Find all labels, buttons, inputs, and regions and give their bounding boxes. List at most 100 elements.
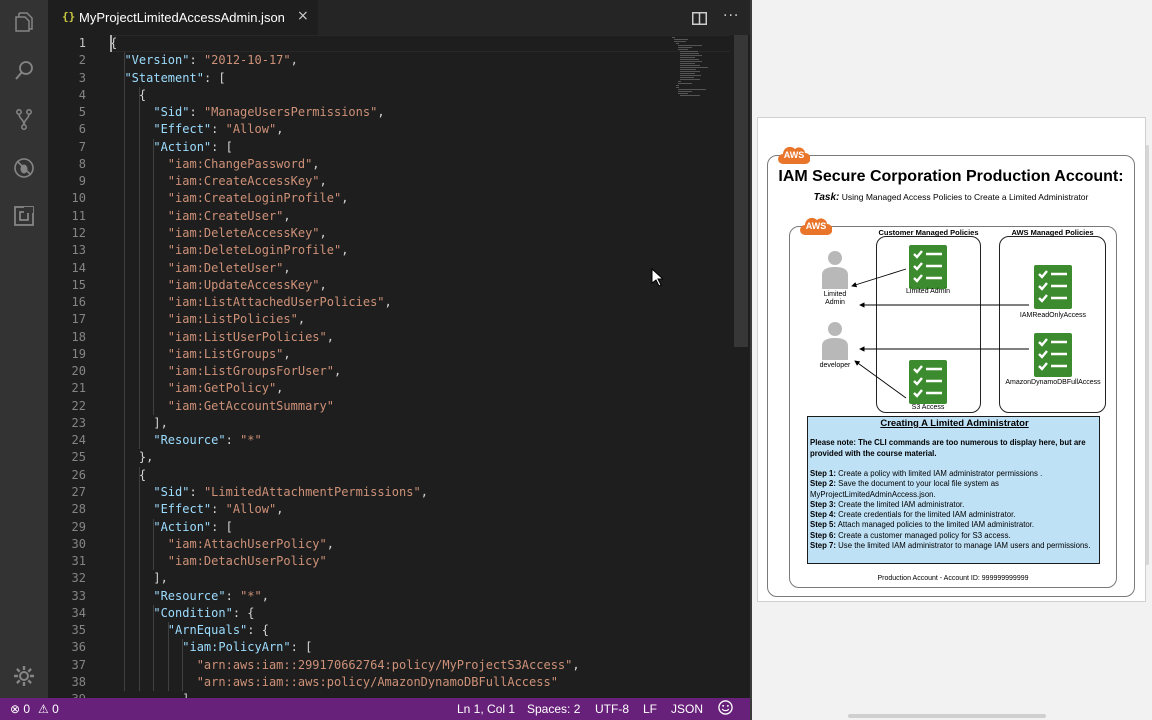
code-token: ,: [326, 329, 334, 344]
split-editor-icon[interactable]: [692, 10, 707, 25]
code-token: ,: [312, 156, 320, 171]
viewer-horizontal-scrollbar[interactable]: [848, 714, 1046, 718]
line-number: 37: [71, 657, 86, 672]
indentation[interactable]: Spaces: 2: [527, 702, 580, 716]
line-number: 3: [78, 70, 86, 85]
smiley-icon[interactable]: [718, 700, 733, 718]
code-token: "iam:DetachUserPolicy": [167, 554, 327, 569]
step-label: Step 1:: [810, 469, 836, 478]
code-line: ]: [110, 691, 189, 698]
current-line-highlight: [110, 35, 730, 52]
code-token: "Allow": [225, 122, 277, 137]
diagram-subtitle: Task: Using Managed Access Policies to C…: [767, 192, 1135, 203]
code-token: "Version": [124, 53, 190, 68]
language-mode[interactable]: JSON: [671, 702, 703, 716]
code-token: "arn:aws:iam::aws:policy/AmazonDynamoDBF…: [196, 674, 558, 689]
code-token: "iam:CreateLoginProfile": [167, 191, 342, 206]
extensions-icon[interactable]: [12, 204, 36, 228]
code-token: "iam:UpdateAccessKey": [167, 277, 320, 292]
code-token: ,: [341, 191, 349, 206]
settings-gear-icon[interactable]: [12, 664, 36, 688]
step-label: Step 7:: [810, 541, 836, 551]
line-number: 36: [71, 640, 86, 655]
code-line: "Condition": {: [110, 605, 255, 622]
minimap[interactable]: [670, 35, 730, 105]
warning-count: 0: [52, 702, 59, 716]
code-line: "iam:DeleteLoginProfile",: [110, 242, 349, 259]
step-label: Step 6:: [810, 530, 836, 540]
code-editor[interactable]: 1 2 3 4 5 6 7 8 9 10 11 12 13 14 15 16 17 18 19 20 21 22 23 24 2…: [48, 35, 750, 698]
line-number: 13: [71, 243, 86, 258]
close-icon[interactable]: ×: [297, 8, 309, 24]
code-token: : {: [232, 605, 255, 620]
indent-guide: [124, 52, 126, 692]
line-number: 19: [71, 346, 86, 361]
line-number: 33: [71, 588, 86, 603]
code-token: "Statement": [124, 70, 204, 85]
errors-indicator[interactable]: ⊗ 0: [10, 702, 30, 716]
code-token: ,: [341, 243, 349, 258]
step-item: Step 5: Attach managed policies to the l…: [810, 520, 1099, 530]
code-line: "Statement": [: [110, 70, 225, 87]
code-line: "iam:ListGroups",: [110, 346, 291, 363]
code-line: "iam:ListUserPolicies",: [110, 329, 334, 346]
step-item: Step 2: Save the document to your local …: [810, 479, 1099, 500]
editor-tab[interactable]: {} MyProjectLimitedAccessAdmin.json ×: [48, 0, 318, 35]
source-control-icon[interactable]: [12, 107, 36, 131]
diagram-title: IAM Secure Corporation Production Accoun…: [778, 168, 1124, 185]
encoding[interactable]: UTF-8: [595, 702, 629, 716]
code-line: "iam:UpdateAccessKey",: [110, 277, 327, 294]
code-token: "iam:CreateAccessKey": [167, 174, 320, 189]
code-token: :: [189, 485, 204, 500]
code-token: "iam:ChangePassword": [167, 156, 313, 171]
code-token: "iam:DeleteLoginProfile": [167, 243, 342, 258]
code-token: ,: [319, 225, 327, 240]
step-label: Step 4:: [810, 510, 836, 520]
code-token: "Allow": [225, 502, 277, 517]
tab-title: MyProjectLimitedAccessAdmin.json: [79, 10, 285, 25]
code-token: },: [110, 450, 154, 465]
indent-guide: [153, 518, 155, 571]
step-label: Step 5:: [810, 520, 836, 530]
warnings-indicator[interactable]: ⚠ 0: [38, 702, 59, 716]
line-number: 23: [71, 415, 86, 430]
code-token: "Resource": [153, 433, 226, 448]
line-number: 7: [78, 139, 86, 154]
error-count: 0: [23, 702, 31, 716]
code-token: "*": [240, 433, 262, 448]
explorer-icon[interactable]: [12, 10, 36, 34]
code-token: ,: [319, 277, 327, 292]
error-icon: ⊗: [10, 702, 21, 716]
step-text: Create credentials for the limited IAM a…: [836, 510, 1016, 520]
debug-icon[interactable]: [12, 156, 36, 180]
line-number: 34: [71, 605, 86, 620]
line-number: 1: [78, 36, 86, 50]
status-bar: ⊗ 0 ⚠ 0 Ln 1, Col 1 Spaces: 2 UTF-8 LF J…: [0, 698, 750, 720]
code-token: "Effect": [153, 122, 212, 137]
cursor-position[interactable]: Ln 1, Col 1: [457, 702, 515, 716]
code-token: : [: [211, 519, 233, 534]
step-label: Step 2:: [810, 479, 836, 489]
code-token: : [: [211, 139, 233, 154]
code-token: "Resource": [153, 588, 226, 603]
line-number: 12: [71, 225, 86, 240]
code-line: "iam:DetachUserPolicy": [110, 553, 327, 570]
code-token: "iam:CreateUser": [167, 208, 284, 223]
step-item: Step 4: Create credentials for the limit…: [810, 510, 1099, 520]
step-text: Save the document to your local file sys…: [810, 479, 999, 499]
scrollbar-thumb[interactable]: [734, 35, 748, 347]
end-of-line[interactable]: LF: [643, 702, 657, 716]
code-line: "iam:ListGroupsForUser",: [110, 363, 341, 380]
more-actions-icon[interactable]: ···: [723, 8, 739, 24]
line-number: 4: [78, 87, 86, 102]
indent-guide: [138, 466, 140, 692]
code-line: "iam:ListAttachedUserPolicies",: [110, 294, 392, 311]
search-icon[interactable]: [12, 59, 36, 83]
